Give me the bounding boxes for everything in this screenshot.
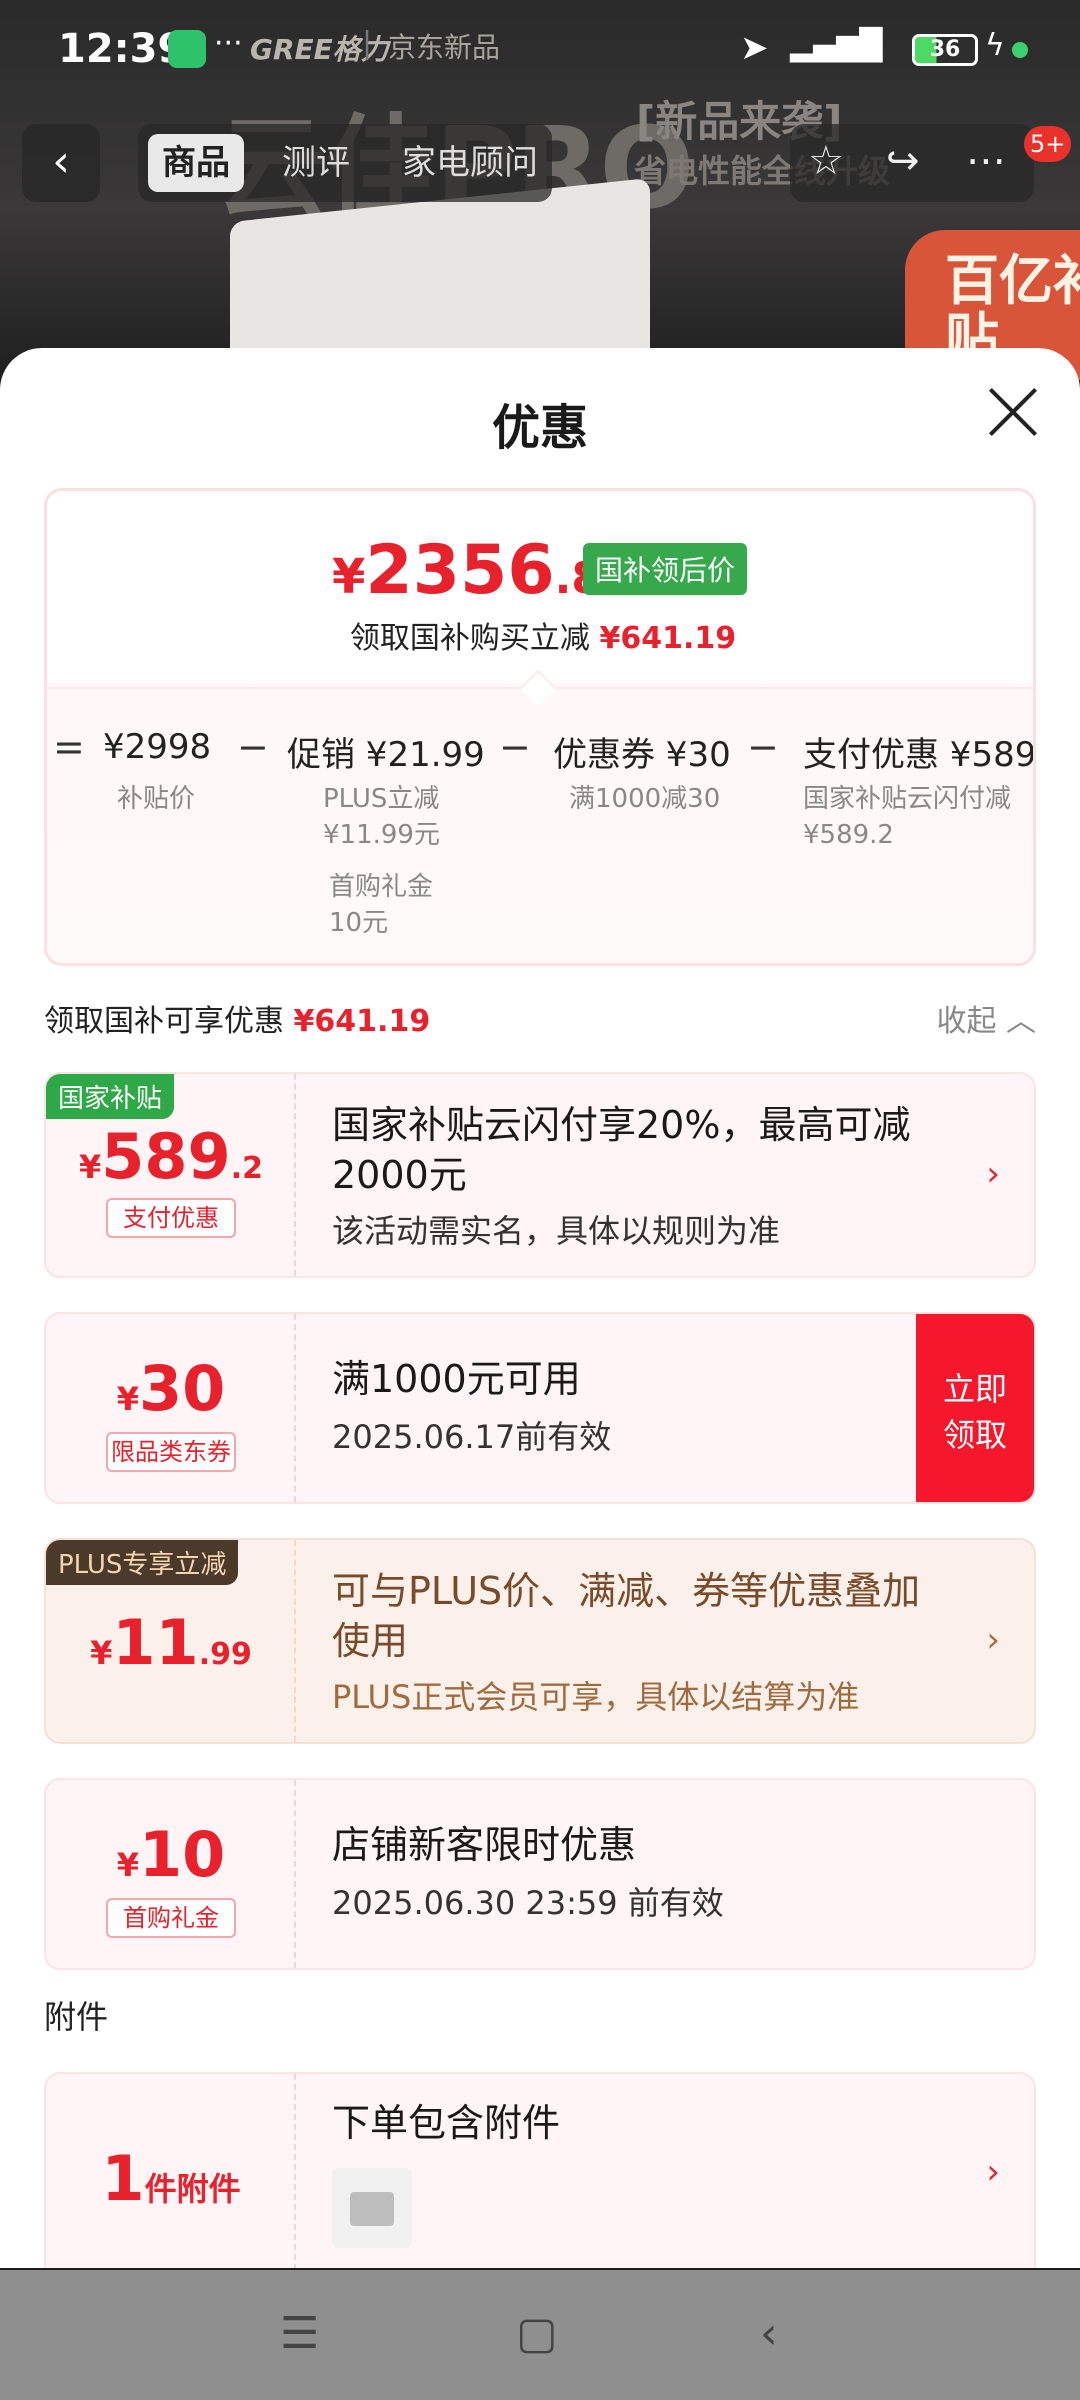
coupon-national-subsidy[interactable]: ¥589.2 支付优惠 国家补贴 国家补贴云闪付享20%，最高可减 2000元 …	[44, 1072, 1036, 1278]
coupon-value: ¥10	[116, 1818, 226, 1891]
product-navbar: ‹ 商品 测评 家电顾问 ☆ ↪ ⋯	[0, 120, 1080, 210]
coupon-value: ¥589.2	[79, 1120, 263, 1193]
coupon-type-tag: 支付优惠	[106, 1198, 236, 1238]
coupon-title: 满1000元可用	[332, 1357, 581, 1401]
home-icon[interactable]: ▢	[516, 2308, 558, 2359]
coupon-note: 2025.06.30 23:59 前有效	[332, 1884, 724, 1922]
payment-discount: 支付优惠 ¥589.	[803, 735, 1036, 775]
accessory-count-area: 1件附件	[46, 2074, 296, 2268]
accessory-count: 1件附件	[101, 2142, 241, 2215]
claim-summary-row: 领取国补可享优惠 ¥641.19 收起 ︿	[44, 996, 1036, 1042]
message-count-badge: 5+	[1024, 126, 1072, 162]
coupon-value: ¥30	[116, 1352, 226, 1425]
coupon-value-area: ¥10 首购礼金	[46, 1780, 296, 1968]
minus-sign: −	[747, 725, 779, 769]
coupon-title: 店铺新客限时优惠	[332, 1823, 637, 1867]
coupon-corner-label: PLUS专享立减	[46, 1540, 239, 1585]
close-icon[interactable]	[984, 384, 1040, 440]
coupon-plus-discount[interactable]: ¥11.99 PLUS专享立减 可与PLUS价、满减、券等优惠叠加 使用 PLU…	[44, 1538, 1036, 1744]
tab-advisor[interactable]: 家电顾问	[388, 134, 552, 192]
payment-detail-2: ¥589.2	[803, 820, 894, 850]
chevron-right-icon: ›	[986, 2152, 1000, 2192]
promo-detail-2: ¥11.99元	[323, 820, 440, 850]
system-navigation-bar: ☰ ▢ ‹	[0, 2270, 1080, 2400]
status-dot-icon	[1012, 42, 1028, 58]
coupon-type-tag: 首购礼金	[106, 1898, 236, 1938]
accessory-thumbnail	[332, 2168, 412, 2248]
sheet-title: 优惠	[491, 400, 588, 456]
coupon-type-tag: 限品类东券	[106, 1432, 236, 1472]
minus-sign: −	[237, 725, 269, 769]
coupon-note: 该活动需实名，具体以规则为准	[332, 1212, 781, 1250]
back-button[interactable]: ‹	[22, 124, 100, 202]
discount-sheet: 优惠 ¥2356.81 国补领后价 领取国补购买立减 ¥641.19 = ¥29…	[0, 348, 1080, 2268]
tab-product[interactable]: 商品	[148, 134, 244, 192]
coupon-value-area: ¥30 限品类东券	[46, 1314, 296, 1502]
coupon-corner-label: 国家补贴	[46, 1074, 175, 1119]
jd-new-logo: 京东新品	[388, 31, 501, 64]
price-summary-card: ¥2356.81 国补领后价 领取国补购买立减 ¥641.19 = ¥2998 …	[44, 488, 1036, 966]
subsidy-price-tag: 国补领后价	[583, 543, 748, 595]
coupon-title-cont: 使用	[332, 1619, 409, 1663]
coupon-title: 可与PLUS价、满减、券等优惠叠加	[332, 1569, 921, 1613]
payment-detail-1: 国家补贴云闪付减	[803, 784, 1012, 814]
menu-icon[interactable]: ☰	[280, 2308, 319, 2359]
coupon-first-purchase: ¥10 首购礼金 店铺新客限时优惠 2025.06.30 23:59 前有效	[44, 1778, 1036, 1970]
promo-detail-1: PLUS立减	[323, 784, 440, 814]
clock: 12:39	[58, 26, 186, 72]
coupon-amount: 优惠券 ¥30	[553, 735, 731, 775]
base-price: ¥2998	[103, 727, 212, 767]
chevron-right-icon: ›	[986, 1620, 1000, 1660]
product-tabs: 商品 测评 家电顾问	[138, 124, 552, 202]
more-notifications-icon: ···	[214, 26, 243, 61]
brand-separator: |	[362, 26, 373, 61]
coupon-note: 2025.06.17前有效	[332, 1418, 612, 1456]
chevron-up-icon: ︿	[1006, 1004, 1036, 1039]
coupon-title-cont: 2000元	[332, 1153, 467, 1197]
price-breakdown: = ¥2998 补贴价 − 促销 ¥21.99 PLUS立减 ¥11.99元 首…	[47, 725, 1036, 938]
charging-icon: ϟ	[985, 28, 1005, 63]
claim-coupon-button[interactable]: 立即 领取	[916, 1314, 1034, 1502]
caret-pointer	[519, 669, 557, 707]
chevron-right-icon: ›	[986, 1154, 1000, 1194]
base-price-label: 补贴价	[117, 784, 196, 814]
promo-detail-3: 首购礼金	[329, 872, 434, 902]
wifi-icon: ◠	[852, 28, 882, 68]
accessory-section-title: 附件	[44, 1998, 109, 2036]
coupon-note: PLUS正式会员可享，具体以结算为准	[332, 1678, 860, 1716]
minus-sign: −	[499, 725, 531, 769]
accessory-title: 下单包含附件	[332, 2101, 561, 2145]
equals-sign: =	[53, 725, 85, 769]
coupon-title: 国家补贴云闪付享20%，最高可减	[332, 1103, 911, 1147]
location-icon: ➤	[740, 28, 769, 68]
battery-icon: 36	[912, 34, 978, 66]
save-summary: 领取国补购买立减 ¥641.19	[349, 621, 737, 656]
collapse-button[interactable]: 收起 ︿	[936, 996, 1036, 1040]
promo-detail-4: 10元	[329, 908, 389, 938]
share-icon[interactable]: ↪	[886, 138, 920, 184]
back-nav-icon[interactable]: ‹	[760, 2308, 778, 2359]
nav-actions: ☆ ↪ ⋯	[790, 124, 1034, 202]
status-bar: 12:39 ··· GREE格力 | 京东新品 ➤ ▂▄▆█ ◠ 36 ϟ	[0, 0, 1080, 96]
tab-review[interactable]: 测评	[268, 134, 364, 192]
wechat-icon	[168, 30, 206, 68]
coupon-jd-category: ¥30 限品类东券 满1000元可用 2025.06.17前有效 立即 领取	[44, 1312, 1036, 1504]
promo-amount: 促销 ¥21.99	[287, 735, 485, 775]
claim-label: 领取国补可享优惠 ¥641.19	[44, 1004, 431, 1039]
coupon-value: ¥11.99	[90, 1606, 252, 1679]
favorite-icon[interactable]: ☆	[808, 138, 844, 184]
coupon-detail: 满1000减30	[569, 784, 721, 814]
more-icon[interactable]: ⋯	[966, 138, 1006, 184]
accessory-card[interactable]: 1件附件 下单包含附件 ›	[44, 2072, 1036, 2268]
